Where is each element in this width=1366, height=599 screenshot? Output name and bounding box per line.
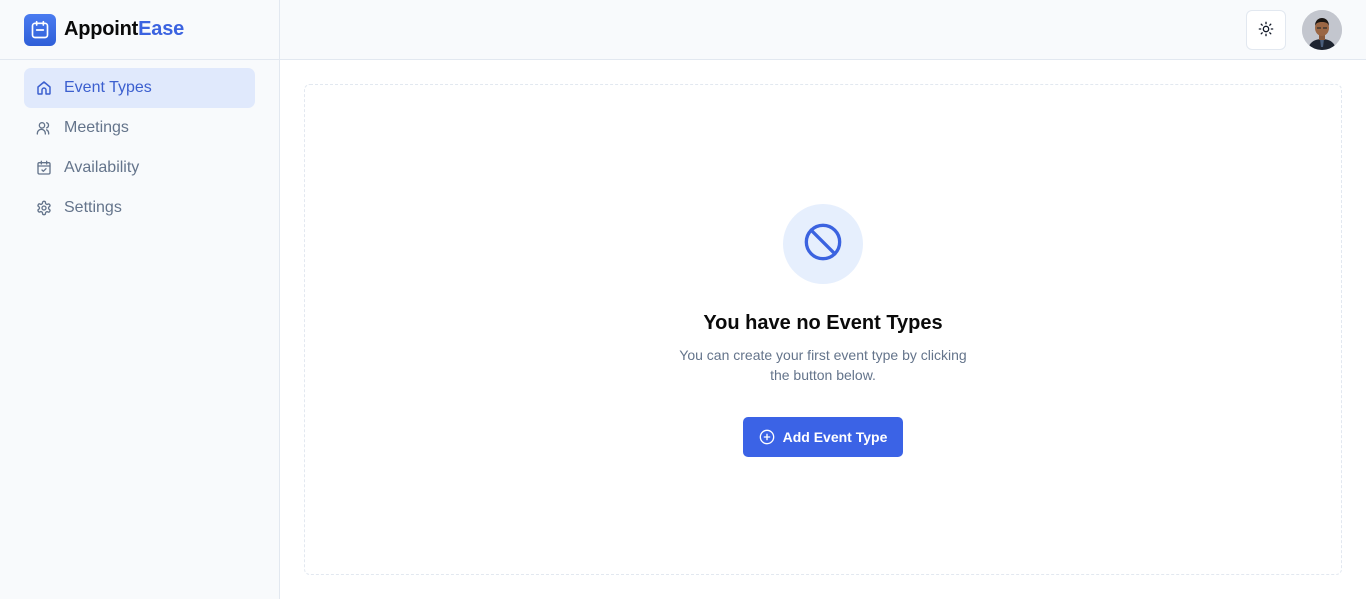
- event-types-panel: You have no Event Types You can create y…: [304, 84, 1342, 575]
- gear-icon: [36, 200, 52, 216]
- sidebar-item-label: Availability: [64, 159, 140, 176]
- add-event-type-label: Add Event Type: [782, 429, 888, 445]
- ban-icon: [803, 222, 843, 267]
- sidebar-nav: Event Types Meetings Availability Settin…: [0, 60, 279, 236]
- top-header: [280, 0, 1366, 60]
- sidebar-item-label: Event Types: [64, 79, 152, 96]
- calendar-logo-icon: [24, 13, 56, 46]
- home-icon: [36, 80, 52, 96]
- users-icon: [36, 120, 52, 136]
- brand[interactable]: AppointEase: [0, 0, 279, 60]
- empty-state: You have no Event Types You can create y…: [305, 204, 1341, 457]
- app-name-primary: Appoint: [64, 18, 139, 40]
- sidebar-item-settings[interactable]: Settings: [24, 188, 255, 228]
- sidebar-item-label: Meetings: [64, 119, 129, 136]
- sidebar-item-event-types[interactable]: Event Types: [24, 68, 255, 108]
- theme-toggle-button[interactable]: [1246, 10, 1286, 50]
- empty-state-description: You can create your first event type by …: [679, 347, 967, 383]
- plus-circle-icon: [759, 429, 775, 445]
- sidebar-item-label: Settings: [64, 199, 122, 216]
- empty-state-icon-wrap: [783, 204, 863, 284]
- app-name-accent: Ease: [138, 18, 185, 40]
- app-name: AppointEase: [64, 18, 184, 41]
- user-photo-icon: [1302, 10, 1342, 50]
- sun-icon: [1258, 21, 1274, 40]
- sidebar: AppointEase Event Types Meetings Availab…: [0, 0, 280, 599]
- empty-state-title: You have no Event Types: [703, 312, 943, 334]
- avatar[interactable]: [1302, 10, 1342, 50]
- calendar-check-icon: [36, 160, 52, 176]
- sidebar-item-meetings[interactable]: Meetings: [24, 108, 255, 148]
- add-event-type-button[interactable]: Add Event Type: [742, 417, 904, 457]
- sidebar-item-availability[interactable]: Availability: [24, 148, 255, 188]
